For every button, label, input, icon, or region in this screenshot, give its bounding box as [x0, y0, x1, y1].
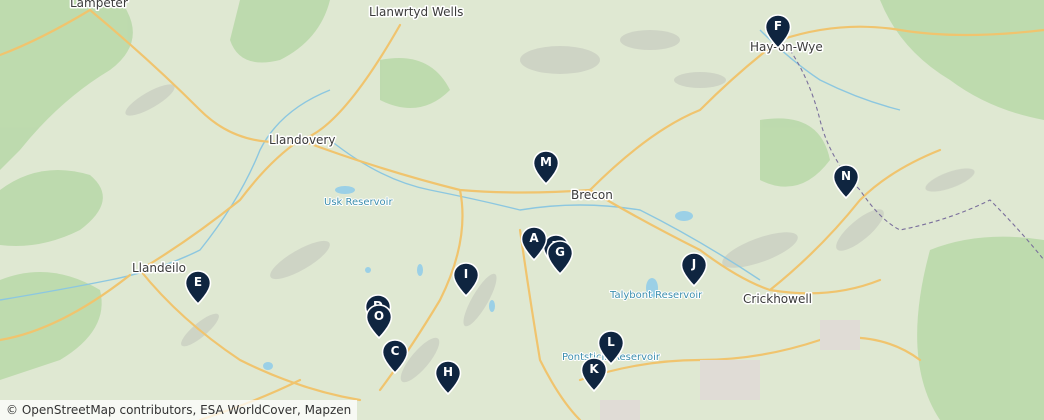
map-marker-label: K — [589, 362, 599, 376]
map-attribution: © OpenStreetMap contributors, ESA WorldC… — [0, 400, 358, 420]
place-talybont-reservoir: Talybont Reservoir — [609, 290, 703, 301]
map-marker-c[interactable]: C — [381, 339, 409, 375]
map-marker-k[interactable]: K — [580, 357, 608, 393]
map-marker-i[interactable]: I — [452, 262, 480, 298]
map-marker-g[interactable]: G — [546, 240, 574, 276]
map-marker-label: G — [555, 245, 565, 259]
place-llandeilo: Llandeilo — [132, 261, 186, 275]
map-marker-label: N — [840, 169, 852, 183]
place-brecon: Brecon — [571, 188, 613, 202]
map-canvas[interactable]: Lampeter Llanwrtyd Wells Hay-on-Wye Llan… — [0, 0, 1044, 420]
map-marker-label: C — [390, 344, 400, 358]
map-marker-label: L — [607, 335, 615, 349]
map-marker-label: O — [373, 309, 385, 323]
place-crickhowell: Crickhowell — [743, 292, 812, 306]
place-llandovery: Llandovery — [269, 133, 335, 147]
map-marker-label: E — [193, 275, 203, 289]
map-marker-f[interactable]: F — [764, 14, 792, 50]
map-marker-e[interactable]: E — [184, 270, 212, 306]
map-marker-label: J — [691, 257, 697, 271]
map-marker-n[interactable]: N — [832, 164, 860, 200]
place-lampeter: Lampeter — [70, 0, 128, 10]
map-marker-m[interactable]: M — [532, 150, 560, 186]
map-marker-j[interactable]: J — [680, 252, 708, 288]
map-marker-h[interactable]: H — [434, 360, 462, 396]
map-marker-a[interactable]: A — [520, 226, 548, 262]
map-marker-label: H — [442, 365, 454, 379]
map-marker-o[interactable]: O — [365, 304, 393, 340]
place-usk-reservoir: Usk Reservoir — [324, 197, 393, 208]
map-marker-label: F — [773, 19, 783, 33]
map-marker-label: I — [463, 267, 469, 281]
place-llanwrtyd-wells: Llanwrtyd Wells — [369, 5, 463, 19]
map-marker-label: M — [540, 155, 552, 169]
map-marker-label: A — [529, 231, 539, 245]
